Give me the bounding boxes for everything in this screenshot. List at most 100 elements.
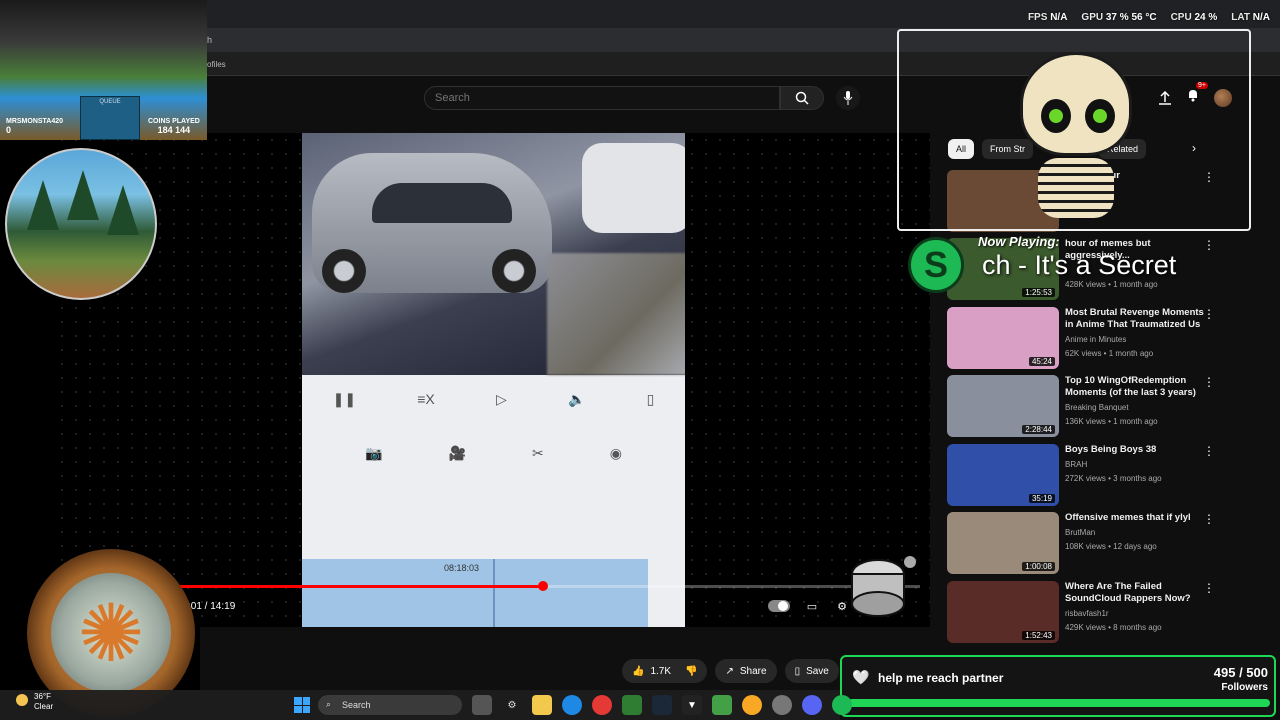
more-options-icon[interactable]: ⋮	[1203, 444, 1215, 458]
partner-goal-unit: Followers	[1221, 682, 1268, 693]
car-image	[312, 153, 552, 293]
related-channel[interactable]: Anime in Minutes	[1065, 335, 1126, 344]
video-duration: 1:52:43	[1022, 631, 1055, 640]
related-meta: 272K views • 3 months ago	[1065, 474, 1162, 483]
now-playing-widget: S Now Playing: ch - It's a Secret	[900, 232, 1210, 302]
partner-goal-count: 495 / 500	[1213, 665, 1268, 680]
phone-timeline[interactable]: 08:18:03	[302, 559, 648, 627]
car-window	[372, 183, 512, 223]
search-button[interactable]	[780, 86, 824, 110]
lat-value: N/A	[1252, 12, 1270, 23]
folder-icon[interactable]	[532, 695, 552, 715]
weather-temp: 36°F	[34, 692, 51, 701]
related-title[interactable]: Boys Being Boys 38	[1065, 444, 1205, 456]
play-icon[interactable]: ▷	[496, 391, 507, 408]
tree-shape	[67, 170, 99, 220]
camera-icon[interactable]: 📷	[365, 445, 382, 462]
game-player-value: 0	[6, 125, 12, 135]
tab-label-partial[interactable]: h	[207, 35, 212, 45]
more-options-icon[interactable]: ⋮	[1203, 581, 1215, 595]
voice-search-button[interactable]	[836, 86, 860, 110]
weather-widget[interactable]: 36°F Clear	[34, 692, 53, 712]
app-icon[interactable]	[772, 695, 792, 715]
fps-value: N/A	[1050, 12, 1068, 23]
taskbar-search[interactable]: ⌕ Search	[318, 695, 462, 715]
related-thumbnail[interactable]: 2:28:44	[947, 375, 1059, 437]
volume-icon[interactable]: 🔈	[568, 391, 585, 408]
speed-icon[interactable]: ≡X	[417, 391, 435, 407]
streamer-webcam	[5, 148, 157, 300]
related-meta: 136K views • 1 month ago	[1065, 417, 1158, 426]
more-options-icon[interactable]: ⋮	[1203, 307, 1215, 321]
related-video-item[interactable]: 2:28:44 Top 10 WingOfRedemption Moments (…	[947, 375, 1227, 437]
related-title[interactable]: Top 10 WingOfRedemption Moments (of the …	[1065, 375, 1205, 399]
gif-icon[interactable]: ◉	[610, 445, 622, 462]
edge-icon[interactable]	[562, 695, 582, 715]
task-view-icon[interactable]	[472, 695, 492, 715]
steam-icon[interactable]	[652, 695, 672, 715]
gpu-label: GPU	[1081, 12, 1104, 23]
game-player-name: MRSMONSTA420	[6, 118, 64, 125]
can-sticker-icon	[851, 556, 916, 617]
video-actions: 👍 1.7K 👎 ↗ Share ▯ Save	[622, 659, 839, 683]
fps-stat: FPS N/A	[1028, 12, 1067, 23]
related-video-item[interactable]: 35:19 Boys Being Boys 38 BRAH 272K views • …	[947, 444, 1227, 506]
coins-value: 184 144	[157, 125, 191, 135]
related-title[interactable]: Where Are The Failed SoundCloud Rappers …	[1065, 581, 1205, 605]
queue-label: QUEUE	[99, 99, 121, 105]
tree-shape	[27, 180, 59, 230]
video-duration: 2:28:44	[1022, 425, 1055, 434]
thumbs-down-icon[interactable]: 👎	[685, 666, 697, 677]
related-video-item[interactable]: 1:52:43 Where Are The Failed SoundCloud R…	[947, 581, 1227, 643]
bookmark-label-partial[interactable]: ofiles	[207, 60, 226, 69]
gpu-stat: GPU 37 % 56 °C	[1081, 12, 1156, 23]
related-thumbnail[interactable]: 1:00:08	[947, 512, 1059, 574]
gpu-value: 37 % 56 °C	[1105, 12, 1157, 23]
related-title[interactable]: Offensive memes that if ylyl	[1065, 512, 1205, 524]
related-channel[interactable]: Breaking Banquet	[1065, 403, 1129, 412]
video-duration: 1:00:08	[1022, 562, 1055, 571]
partner-goal-widget: 🤍 help me reach partner 495 / 500 Follow…	[840, 655, 1276, 717]
related-channel[interactable]: BRAH	[1065, 460, 1087, 469]
app-icon[interactable]	[742, 695, 762, 715]
cpu-label: CPU	[1170, 12, 1192, 23]
search-input[interactable]	[424, 86, 780, 110]
cpu-stat: CPU 24 %	[1171, 12, 1218, 23]
video-photo	[302, 133, 685, 375]
pause-icon[interactable]: ❚❚	[333, 391, 356, 408]
more-options-icon[interactable]: ⋮	[1203, 512, 1215, 526]
progress-scrubber[interactable]	[538, 581, 548, 591]
related-title[interactable]: Most Brutal Revenge Moments in Anime Tha…	[1065, 307, 1205, 331]
discord-icon[interactable]	[802, 695, 822, 715]
video-camera-icon[interactable]: 🎥	[448, 445, 465, 462]
spotify-taskbar-icon[interactable]	[832, 695, 852, 715]
now-playing-song: ch - It's a Secret	[982, 250, 1177, 280]
share-label: Share	[739, 665, 767, 677]
like-button[interactable]: 👍 1.7K 👎	[622, 659, 708, 683]
share-icon: ↗	[725, 665, 734, 677]
related-thumbnail[interactable]: 45:24	[947, 307, 1059, 369]
opera-icon[interactable]	[592, 695, 612, 715]
vpn-icon[interactable]: ▼	[682, 695, 702, 715]
xbox-icon[interactable]	[712, 695, 732, 715]
related-video-item[interactable]: 1:00:08 Offensive memes that if ylyl BrutM…	[947, 512, 1227, 574]
captions-icon[interactable]: ▭	[804, 598, 820, 614]
autoplay-toggle[interactable]	[768, 600, 790, 612]
scissors-icon[interactable]: ✂	[532, 445, 544, 462]
related-channel[interactable]: risbavfash1r	[1065, 609, 1109, 618]
related-thumbnail[interactable]: 1:52:43	[947, 581, 1059, 643]
game-coins: COINS PLAYED 184 144	[148, 118, 200, 135]
app-icon[interactable]	[622, 695, 642, 715]
windows-start-button[interactable]	[294, 697, 310, 713]
partner-goal-text: help me reach partner	[878, 671, 1004, 685]
more-options-icon[interactable]: ⋮	[1203, 375, 1215, 389]
related-channel[interactable]: BrutMan	[1065, 528, 1095, 537]
fps-label: FPS	[1027, 12, 1048, 23]
save-button[interactable]: ▯ Save	[784, 659, 839, 683]
related-video-item[interactable]: 45:24 Most Brutal Revenge Moments in Anim…	[947, 307, 1227, 369]
settings-icon[interactable]: ⚙	[502, 695, 522, 715]
lat-stat: LAT N/A	[1231, 12, 1270, 23]
rotate-icon[interactable]: ▯	[647, 391, 655, 408]
share-button[interactable]: ↗ Share	[715, 659, 777, 683]
related-thumbnail[interactable]: 35:19	[947, 444, 1059, 506]
